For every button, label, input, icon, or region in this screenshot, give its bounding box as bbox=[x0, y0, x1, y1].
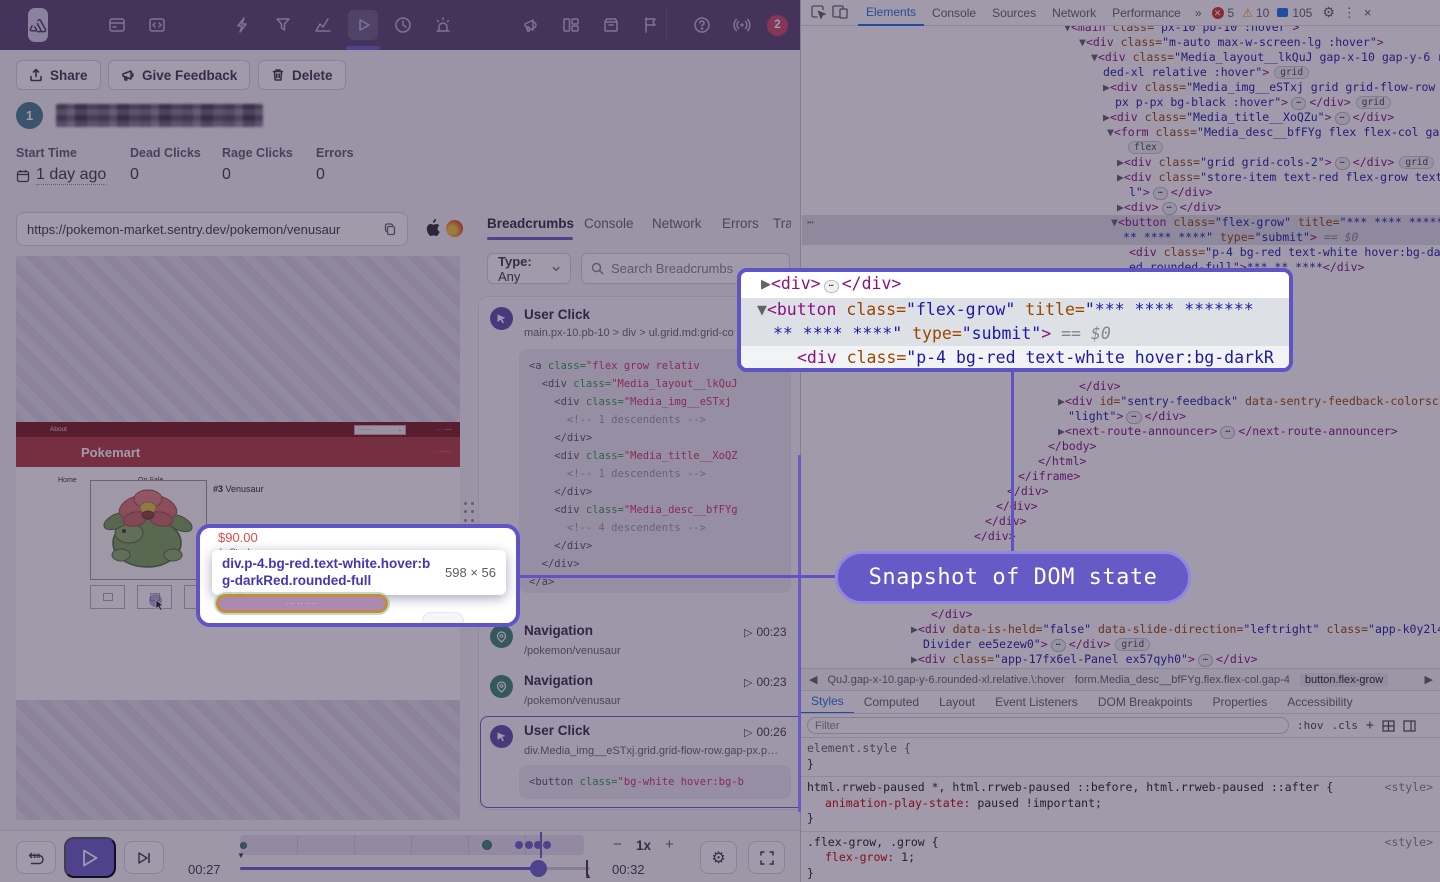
callout-connector-vertical bbox=[1011, 372, 1014, 552]
dom-snapshot-zoom-popup: ▶<div>⋯</div>▼<button class="flex-grow" … bbox=[737, 268, 1293, 372]
snapshot-label-pill: Snapshot of DOM state bbox=[835, 551, 1191, 604]
dom-popup-line: <div class="p-4 bg-red text-white hover:… bbox=[741, 346, 1289, 372]
product-price: $90.00 bbox=[218, 530, 258, 545]
snapshot-label: Snapshot of DOM state bbox=[869, 565, 1158, 590]
dom-popup-line: ▼<button class="flex-grow" title="*** **… bbox=[741, 298, 1289, 322]
inspect-tooltip: div.p-4.bg-red.text-white.hover:bg-darkR… bbox=[212, 550, 506, 595]
dim-overlay bbox=[0, 0, 1440, 882]
highlighted-buy-button[interactable]: ··· ·· ···· bbox=[216, 594, 388, 613]
inspected-dimensions: 598 × 56 bbox=[445, 565, 496, 580]
dom-popup-line: ▶<div>⋯</div> bbox=[741, 272, 1289, 298]
panel-edge-highlight bbox=[798, 455, 801, 812]
dom-popup-line: ** **** ****" type="submit"> == $0 bbox=[741, 322, 1289, 346]
replay-zoom-callout: $90.00 In Stock div.p-4.bg-red.text-whit… bbox=[196, 524, 520, 627]
inspected-selector: div.p-4.bg-red.text-white.hover:bg-darkR… bbox=[222, 556, 435, 589]
site-feedback-pill bbox=[422, 612, 464, 627]
callout-connector-horizontal bbox=[520, 575, 835, 578]
screenshot-canvas: 2 Share Give Feedback Delete 1 Start Tim… bbox=[0, 0, 1440, 882]
